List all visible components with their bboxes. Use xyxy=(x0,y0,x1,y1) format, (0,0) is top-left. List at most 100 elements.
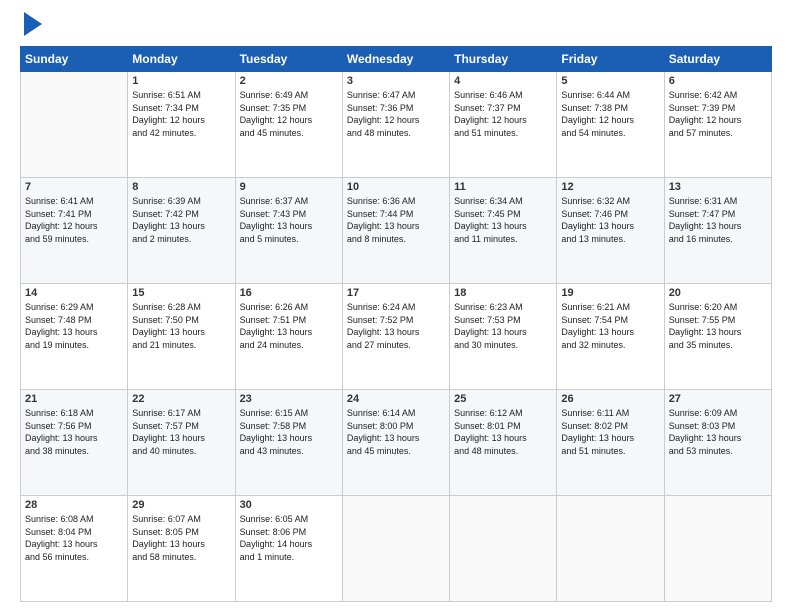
calendar-cell xyxy=(21,72,128,178)
page: SundayMondayTuesdayWednesdayThursdayFrid… xyxy=(0,0,792,612)
calendar-cell: 15 Sunrise: 6:28 AM Sunset: 7:50 PM Dayli… xyxy=(128,284,235,390)
calendar-cell: 23 Sunrise: 6:15 AM Sunset: 7:58 PM Dayli… xyxy=(235,390,342,496)
calendar-cell: 21 Sunrise: 6:18 AM Sunset: 7:56 PM Dayli… xyxy=(21,390,128,496)
calendar-cell: 7 Sunrise: 6:41 AM Sunset: 7:41 PM Daylig… xyxy=(21,178,128,284)
day-number: 24 xyxy=(347,393,445,405)
calendar-cell: 29 Sunrise: 6:07 AM Sunset: 8:05 PM Dayli… xyxy=(128,496,235,602)
day-info: Sunrise: 6:17 AM Sunset: 7:57 PM Dayligh… xyxy=(132,407,230,457)
day-info: Sunrise: 6:14 AM Sunset: 8:00 PM Dayligh… xyxy=(347,407,445,457)
day-info: Sunrise: 6:36 AM Sunset: 7:44 PM Dayligh… xyxy=(347,195,445,245)
calendar-cell: 1 Sunrise: 6:51 AM Sunset: 7:34 PM Daylig… xyxy=(128,72,235,178)
week-row-2: 7 Sunrise: 6:41 AM Sunset: 7:41 PM Daylig… xyxy=(21,178,772,284)
day-number: 27 xyxy=(669,393,767,405)
day-info: Sunrise: 6:42 AM Sunset: 7:39 PM Dayligh… xyxy=(669,89,767,139)
day-number: 21 xyxy=(25,393,123,405)
calendar-cell xyxy=(557,496,664,602)
day-info: Sunrise: 6:28 AM Sunset: 7:50 PM Dayligh… xyxy=(132,301,230,351)
calendar-cell: 6 Sunrise: 6:42 AM Sunset: 7:39 PM Daylig… xyxy=(664,72,771,178)
day-number: 6 xyxy=(669,75,767,87)
header xyxy=(20,16,772,36)
logo xyxy=(20,16,42,36)
day-number: 14 xyxy=(25,287,123,299)
calendar-cell: 30 Sunrise: 6:05 AM Sunset: 8:06 PM Dayli… xyxy=(235,496,342,602)
calendar-cell: 5 Sunrise: 6:44 AM Sunset: 7:38 PM Daylig… xyxy=(557,72,664,178)
col-header-tuesday: Tuesday xyxy=(235,47,342,72)
day-number: 26 xyxy=(561,393,659,405)
day-info: Sunrise: 6:15 AM Sunset: 7:58 PM Dayligh… xyxy=(240,407,338,457)
day-number: 5 xyxy=(561,75,659,87)
day-number: 15 xyxy=(132,287,230,299)
day-info: Sunrise: 6:07 AM Sunset: 8:05 PM Dayligh… xyxy=(132,513,230,563)
day-info: Sunrise: 6:05 AM Sunset: 8:06 PM Dayligh… xyxy=(240,513,338,563)
calendar-cell: 4Sunrise: 6:46 AM Sunset: 7:37 PM Daylig… xyxy=(450,72,557,178)
day-number: 20 xyxy=(669,287,767,299)
day-number: 4 xyxy=(454,75,552,87)
day-info: Sunrise: 6:31 AM Sunset: 7:47 PM Dayligh… xyxy=(669,195,767,245)
calendar-cell xyxy=(450,496,557,602)
calendar-cell: 20 Sunrise: 6:20 AM Sunset: 7:55 PM Dayli… xyxy=(664,284,771,390)
day-number: 19 xyxy=(561,287,659,299)
calendar-cell: 13 Sunrise: 6:31 AM Sunset: 7:47 PM Dayli… xyxy=(664,178,771,284)
week-row-5: 28 Sunrise: 6:08 AM Sunset: 8:04 PM Dayli… xyxy=(21,496,772,602)
day-info: Sunrise: 6:08 AM Sunset: 8:04 PM Dayligh… xyxy=(25,513,123,563)
calendar-header: SundayMondayTuesdayWednesdayThursdayFrid… xyxy=(21,47,772,72)
calendar-cell: 19 Sunrise: 6:21 AM Sunset: 7:54 PM Dayli… xyxy=(557,284,664,390)
day-info: Sunrise: 6:20 AM Sunset: 7:55 PM Dayligh… xyxy=(669,301,767,351)
calendar-cell: 2 Sunrise: 6:49 AM Sunset: 7:35 PM Daylig… xyxy=(235,72,342,178)
calendar-cell: 16 Sunrise: 6:26 AM Sunset: 7:51 PM Dayli… xyxy=(235,284,342,390)
day-info: Sunrise: 6:23 AM Sunset: 7:53 PM Dayligh… xyxy=(454,301,552,351)
day-number: 29 xyxy=(132,499,230,511)
col-header-monday: Monday xyxy=(128,47,235,72)
week-row-1: 1 Sunrise: 6:51 AM Sunset: 7:34 PM Daylig… xyxy=(21,72,772,178)
col-header-saturday: Saturday xyxy=(664,47,771,72)
day-number: 8 xyxy=(132,181,230,193)
day-info: Sunrise: 6:41 AM Sunset: 7:41 PM Dayligh… xyxy=(25,195,123,245)
day-number: 18 xyxy=(454,287,552,299)
calendar-cell: 3Sunrise: 6:47 AM Sunset: 7:36 PM Daylig… xyxy=(342,72,449,178)
day-info: Sunrise: 6:32 AM Sunset: 7:46 PM Dayligh… xyxy=(561,195,659,245)
day-number: 9 xyxy=(240,181,338,193)
calendar-cell: 12 Sunrise: 6:32 AM Sunset: 7:46 PM Dayli… xyxy=(557,178,664,284)
day-info: Sunrise: 6:37 AM Sunset: 7:43 PM Dayligh… xyxy=(240,195,338,245)
day-info: Sunrise: 6:09 AM Sunset: 8:03 PM Dayligh… xyxy=(669,407,767,457)
calendar-cell: 25 Sunrise: 6:12 AM Sunset: 8:01 PM Dayli… xyxy=(450,390,557,496)
day-info: Sunrise: 6:12 AM Sunset: 8:01 PM Dayligh… xyxy=(454,407,552,457)
calendar-cell: 17 Sunrise: 6:24 AM Sunset: 7:52 PM Dayli… xyxy=(342,284,449,390)
calendar-cell: 28 Sunrise: 6:08 AM Sunset: 8:04 PM Dayli… xyxy=(21,496,128,602)
day-number: 23 xyxy=(240,393,338,405)
day-info: Sunrise: 6:49 AM Sunset: 7:35 PM Dayligh… xyxy=(240,89,338,139)
week-row-4: 21 Sunrise: 6:18 AM Sunset: 7:56 PM Dayli… xyxy=(21,390,772,496)
day-number: 13 xyxy=(669,181,767,193)
day-number: 16 xyxy=(240,287,338,299)
calendar-body: 1 Sunrise: 6:51 AM Sunset: 7:34 PM Daylig… xyxy=(21,72,772,602)
calendar-cell: 9 Sunrise: 6:37 AM Sunset: 7:43 PM Daylig… xyxy=(235,178,342,284)
col-header-friday: Friday xyxy=(557,47,664,72)
calendar-cell: 22 Sunrise: 6:17 AM Sunset: 7:57 PM Dayli… xyxy=(128,390,235,496)
day-info: Sunrise: 6:21 AM Sunset: 7:54 PM Dayligh… xyxy=(561,301,659,351)
col-header-thursday: Thursday xyxy=(450,47,557,72)
day-number: 25 xyxy=(454,393,552,405)
calendar-cell: 10Sunrise: 6:36 AM Sunset: 7:44 PM Dayli… xyxy=(342,178,449,284)
day-info: Sunrise: 6:18 AM Sunset: 7:56 PM Dayligh… xyxy=(25,407,123,457)
logo-arrow-icon xyxy=(24,12,42,36)
calendar-cell: 8 Sunrise: 6:39 AM Sunset: 7:42 PM Daylig… xyxy=(128,178,235,284)
day-number: 12 xyxy=(561,181,659,193)
day-number: 7 xyxy=(25,181,123,193)
week-row-3: 14 Sunrise: 6:29 AM Sunset: 7:48 PM Dayli… xyxy=(21,284,772,390)
calendar-cell: 27 Sunrise: 6:09 AM Sunset: 8:03 PM Dayli… xyxy=(664,390,771,496)
day-info: Sunrise: 6:26 AM Sunset: 7:51 PM Dayligh… xyxy=(240,301,338,351)
day-info: Sunrise: 6:24 AM Sunset: 7:52 PM Dayligh… xyxy=(347,301,445,351)
day-info: Sunrise: 6:51 AM Sunset: 7:34 PM Dayligh… xyxy=(132,89,230,139)
day-number: 30 xyxy=(240,499,338,511)
calendar-cell: 14 Sunrise: 6:29 AM Sunset: 7:48 PM Dayli… xyxy=(21,284,128,390)
calendar-cell: 24 Sunrise: 6:14 AM Sunset: 8:00 PM Dayli… xyxy=(342,390,449,496)
day-info: Sunrise: 6:29 AM Sunset: 7:48 PM Dayligh… xyxy=(25,301,123,351)
day-number: 28 xyxy=(25,499,123,511)
col-header-sunday: Sunday xyxy=(21,47,128,72)
day-number: 1 xyxy=(132,75,230,87)
day-number: 2 xyxy=(240,75,338,87)
day-number: 22 xyxy=(132,393,230,405)
day-info: Sunrise: 6:39 AM Sunset: 7:42 PM Dayligh… xyxy=(132,195,230,245)
day-info: Sunrise: 6:44 AM Sunset: 7:38 PM Dayligh… xyxy=(561,89,659,139)
day-number: 17 xyxy=(347,287,445,299)
